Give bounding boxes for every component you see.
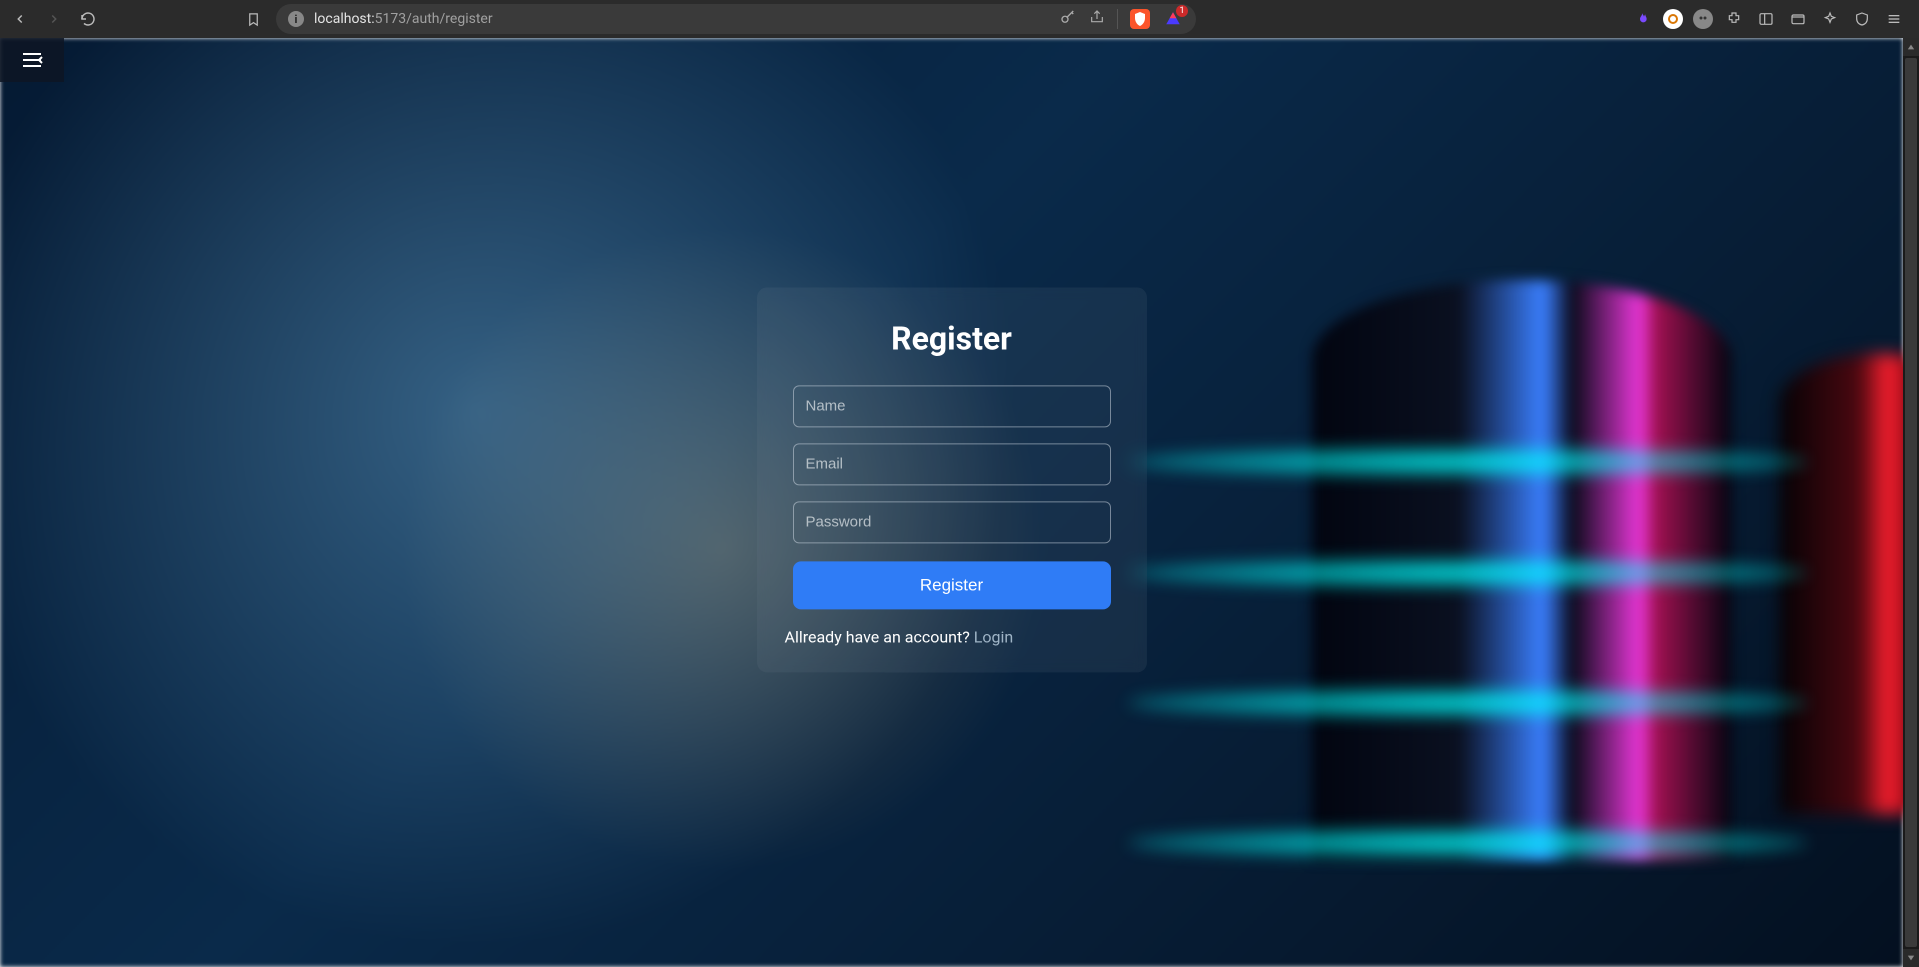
scrollbar-thumb[interactable] [1905, 58, 1917, 947]
separator [1117, 9, 1118, 29]
forward-button[interactable] [42, 7, 66, 31]
brave-shield-icon[interactable] [1130, 9, 1150, 29]
background-decoration [1128, 447, 1808, 477]
register-card: Register Register Allready have an accou… [757, 287, 1147, 672]
badge-count: 1 [1176, 5, 1188, 17]
url-text: localhost:5173/auth/register [314, 11, 493, 27]
wallet-panel-icon[interactable] [1787, 8, 1809, 30]
bookmark-button[interactable] [240, 6, 266, 32]
login-prompt: Allready have an account? Login [783, 627, 1121, 646]
name-input[interactable] [793, 385, 1111, 427]
login-prompt-text: Allready have an account? [785, 627, 974, 646]
sparkle-icon[interactable] [1819, 8, 1841, 30]
password-input[interactable] [793, 501, 1111, 543]
login-link[interactable]: Login [974, 627, 1013, 646]
share-icon[interactable] [1089, 9, 1105, 29]
shield-icon[interactable] [1851, 8, 1873, 30]
page-content: Register Register Allready have an accou… [0, 38, 1903, 967]
register-button[interactable]: Register [793, 561, 1111, 609]
sidebar-icon[interactable] [1755, 8, 1777, 30]
brave-rewards-icon[interactable]: 1 [1162, 8, 1184, 30]
scroll-up-button[interactable] [1903, 38, 1919, 56]
viewport: Register Register Allready have an accou… [0, 38, 1919, 967]
extensions-icon[interactable] [1723, 8, 1745, 30]
email-input[interactable] [793, 443, 1111, 485]
browser-toolbar: i localhost:5173/auth/register 1 [0, 0, 1919, 38]
profile-avatar[interactable] [1663, 9, 1683, 29]
vertical-scrollbar[interactable] [1903, 38, 1919, 967]
password-key-icon[interactable] [1059, 8, 1077, 30]
card-title: Register [783, 319, 1121, 357]
sidebar-toggle-button[interactable] [0, 38, 64, 82]
address-bar[interactable]: i localhost:5173/auth/register 1 [276, 4, 1196, 34]
menu-icon[interactable] [1883, 8, 1905, 30]
back-button[interactable] [8, 7, 32, 31]
scroll-down-button[interactable] [1903, 949, 1919, 967]
site-info-icon[interactable]: i [288, 11, 304, 27]
background-decoration [1779, 354, 1903, 814]
wallet-icon[interactable] [1693, 9, 1713, 29]
background-decoration [1128, 828, 1808, 858]
flame-icon[interactable] [1631, 8, 1653, 30]
reload-button[interactable] [76, 7, 100, 31]
